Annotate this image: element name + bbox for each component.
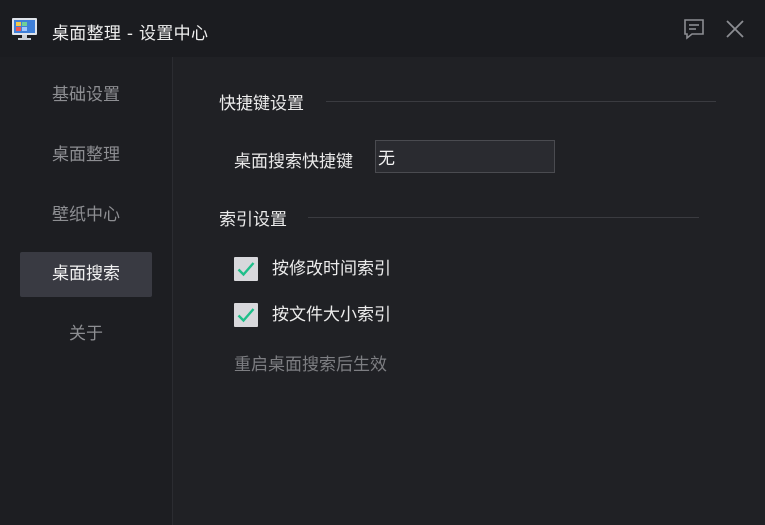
close-icon[interactable] bbox=[723, 17, 747, 41]
checkmark-icon bbox=[237, 308, 255, 323]
search-hotkey-field[interactable] bbox=[375, 140, 555, 173]
sidebar: 基础设置 桌面整理 壁纸中心 桌面搜索 关于 bbox=[0, 57, 173, 525]
checkmark-icon bbox=[237, 262, 255, 277]
sidebar-item-wallpaper-center[interactable]: 壁纸中心 bbox=[20, 193, 152, 238]
checkbox[interactable] bbox=[234, 257, 258, 281]
sidebar-item-desktop-search[interactable]: 桌面搜索 bbox=[20, 252, 152, 297]
restart-note: 重启桌面搜索后生效 bbox=[234, 355, 387, 375]
option-label: 按修改时间索引 bbox=[272, 259, 391, 279]
sidebar-item-basic-settings[interactable]: 基础设置 bbox=[20, 73, 152, 118]
settings-window: 桌面整理 - 设置中心 基础设置 桌面整理 壁纸中心 桌面搜索 关于 快捷键设置… bbox=[0, 0, 765, 525]
section-divider bbox=[308, 217, 699, 218]
search-hotkey-label: 桌面搜索快捷键 bbox=[234, 152, 353, 172]
title-bar[interactable]: 桌面整理 - 设置中心 bbox=[0, 0, 765, 57]
window-title: 桌面整理 - 设置中心 bbox=[52, 24, 209, 44]
hotkey-section-title: 快捷键设置 bbox=[219, 94, 304, 114]
section-divider bbox=[326, 101, 716, 102]
sidebar-item-about[interactable]: 关于 bbox=[20, 312, 152, 357]
feedback-icon[interactable] bbox=[682, 17, 706, 41]
index-section-title: 索引设置 bbox=[219, 210, 287, 230]
option-label: 按文件大小索引 bbox=[272, 305, 391, 325]
main-content: 快捷键设置 桌面搜索快捷键 索引设置 按修改时间索引 按文件大小索引 重启桌面搜… bbox=[174, 57, 765, 525]
sidebar-item-desktop-organize[interactable]: 桌面整理 bbox=[20, 133, 152, 178]
app-monitor-icon bbox=[11, 17, 38, 41]
checkbox[interactable] bbox=[234, 303, 258, 327]
